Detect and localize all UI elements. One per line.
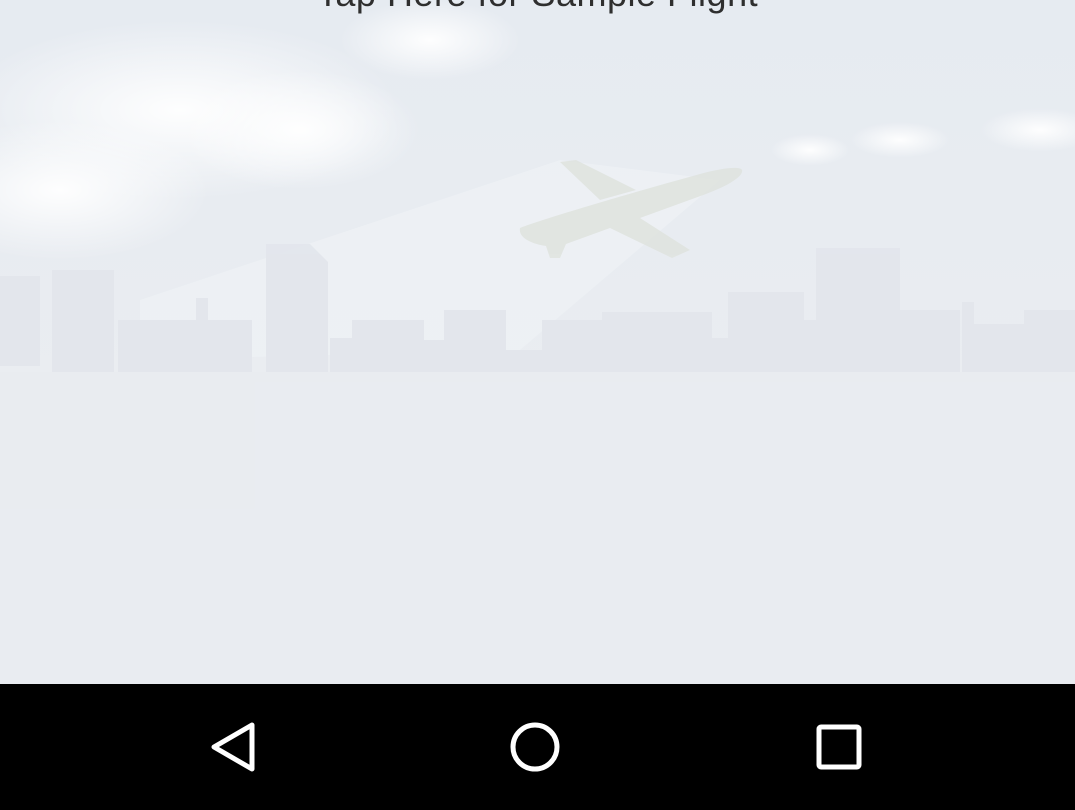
back-button[interactable] xyxy=(195,710,269,784)
home-circle-icon xyxy=(510,722,560,772)
recents-button[interactable] xyxy=(802,710,876,784)
city-skyline-background xyxy=(0,0,1075,684)
sample-flight-link[interactable]: Tap Here for Sample Flight xyxy=(0,0,1075,16)
android-navigation-bar xyxy=(0,684,1075,810)
recents-square-icon xyxy=(816,724,862,770)
screen: Tap Here for Sample Flight xyxy=(0,0,1075,810)
main-content: Tap Here for Sample Flight xyxy=(0,0,1075,684)
back-triangle-icon xyxy=(211,722,255,772)
home-button[interactable] xyxy=(498,710,572,784)
